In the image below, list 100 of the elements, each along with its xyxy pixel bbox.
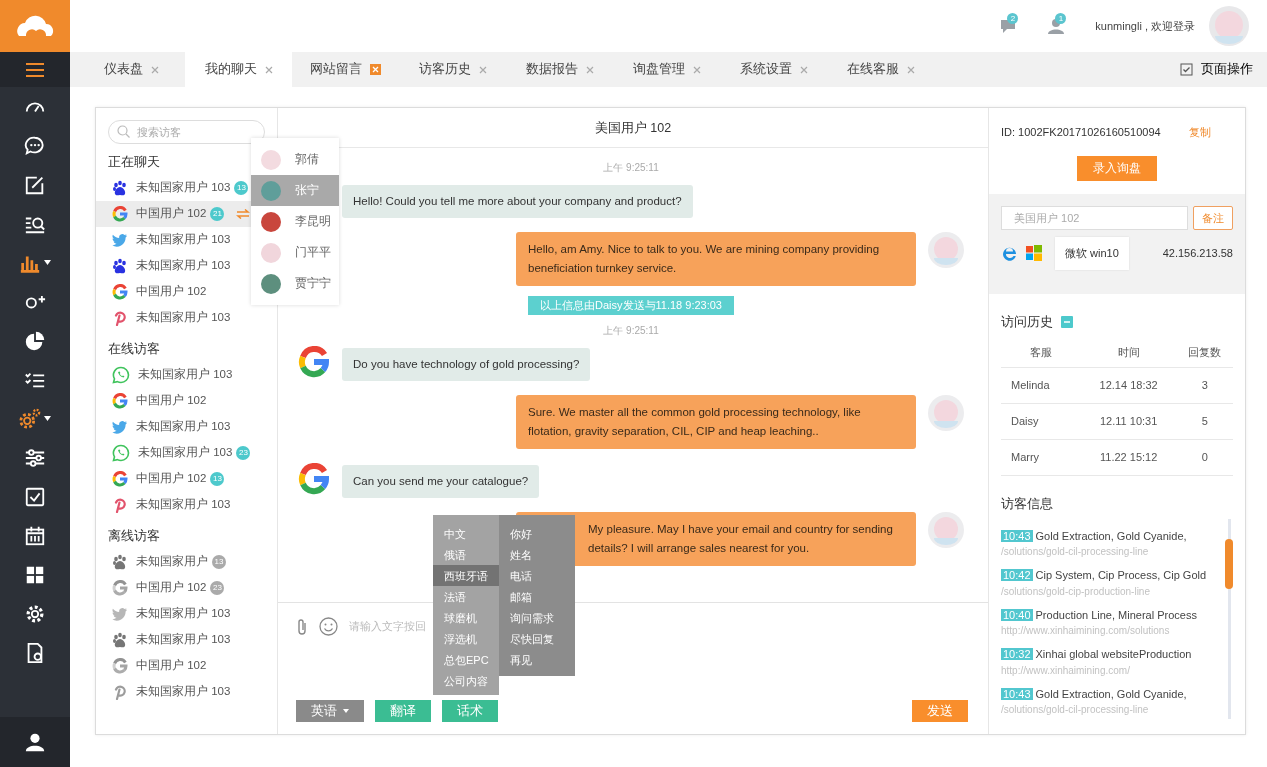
avatar: [928, 512, 964, 549]
caret-icon: [44, 260, 51, 265]
column-header: 回复数: [1176, 337, 1233, 368]
tab[interactable]: 系统设置: [720, 52, 827, 87]
page-actions-button[interactable]: 页面操作: [1174, 52, 1267, 87]
tab[interactable]: 我的聊天: [185, 52, 292, 87]
visitor-item[interactable]: 未知国家用户 103: [96, 627, 277, 653]
table-cell: 12.14 18:32: [1080, 367, 1177, 404]
ip-address: 42.156.213.58: [1162, 246, 1233, 261]
notification-count: 2: [1007, 13, 1019, 24]
menu-icon: [25, 61, 45, 78]
checkbox-icon: [24, 485, 46, 508]
visitor-item[interactable]: 中国用户 102: [96, 388, 277, 414]
user-greeting: kunmingli , 欢迎登录: [1095, 18, 1195, 34]
table-cell: 5: [1176, 403, 1233, 440]
visitor-item[interactable]: 中国用户 102 13: [96, 466, 277, 492]
page-url: http://www.xinhaimining.com/: [1001, 663, 1131, 678]
paw-icon: [112, 554, 128, 570]
visitor-item[interactable]: 中国用户 102 23: [96, 575, 277, 601]
close-icon: [151, 65, 159, 74]
page-title: Cip System, Cip Process, Cip Gold: [1035, 569, 1207, 581]
visitor-item[interactable]: 未知国家用户 103: [96, 601, 277, 627]
tab[interactable]: 询盘管理: [613, 52, 720, 87]
message-bubble: Do you have technology of gold processing?: [342, 347, 591, 381]
count-badge: 21: [210, 207, 225, 221]
chat-bubble-icon: [24, 134, 46, 157]
close-icon: [478, 65, 487, 74]
tab[interactable]: 数据报告: [506, 52, 613, 87]
bird-icon: [112, 606, 128, 622]
visitor-item[interactable]: 未知国家用户 103: [96, 679, 277, 705]
attachment-icon: [296, 617, 308, 636]
visit-time: 10:43: [1001, 529, 1033, 542]
phone-bubble-icon: [112, 366, 130, 384]
visitor-item[interactable]: 未知国家用户 13: [96, 549, 277, 575]
notification-count: 1: [1055, 13, 1067, 24]
table-cell: 11.22 15:12: [1080, 439, 1177, 476]
page-title: Production Line, Mineral Process: [1035, 608, 1197, 621]
bird-icon: [112, 419, 128, 435]
scrollbar-thumb[interactable]: [1225, 539, 1233, 589]
menu-item[interactable]: 西班牙语: [433, 565, 499, 586]
pin-icon: [112, 497, 128, 513]
sliders-icon: [24, 446, 46, 469]
g-logo-icon: [298, 463, 330, 495]
visitor-item[interactable]: 未知国家用户 103: [96, 414, 277, 440]
avatar: [928, 232, 964, 269]
calendar-icon: [24, 524, 46, 547]
paw-icon: [112, 258, 128, 274]
table-cell: 12.11 10:31: [1080, 403, 1177, 440]
page-url: /solutions/gold-cil-processing-line: [1001, 545, 1150, 559]
tab[interactable]: 在线客服: [827, 52, 934, 87]
visitor-item[interactable]: 未知国家用户 103 23: [96, 440, 277, 466]
close-icon: [264, 65, 273, 74]
count-badge: 13: [210, 472, 225, 486]
page-url: http://www.xinhaimining.com/solutions: [1001, 624, 1171, 638]
g-logo-icon: [112, 393, 128, 409]
avatar: [1209, 6, 1249, 46]
visit-time: 10:42: [1001, 569, 1033, 581]
section-title: 访问历史: [1001, 313, 1053, 331]
message-time: 上午 9:25:11: [602, 161, 660, 175]
section-title: 正在聊天: [107, 153, 161, 171]
visitor-item[interactable]: 未知国家用户 103: [96, 362, 277, 388]
table-cell: 0: [1176, 439, 1233, 476]
message-time: 上午 9:25:11: [602, 323, 660, 338]
visitor-item[interactable]: 未知国家用户 103: [96, 305, 277, 331]
tab[interactable]: 网站留言: [292, 52, 399, 87]
visit-time: 10:32: [1001, 648, 1033, 660]
section-title: 在线访客: [107, 340, 161, 358]
table-cell: 3: [1176, 367, 1233, 404]
gears-icon: [19, 407, 41, 430]
table-cell: Marry: [1001, 439, 1081, 476]
g-logo-icon: [112, 658, 128, 674]
count-badge: 23: [236, 446, 251, 460]
g-logo-icon: [112, 471, 128, 487]
visitor-item[interactable]: 中国用户 102: [96, 653, 277, 679]
section-title: 访客信息: [1001, 495, 1054, 513]
paw-icon: [112, 180, 128, 196]
page-title: Xinhai global websiteProduction: [1035, 648, 1192, 660]
note-field[interactable]: 美国用户 102: [1001, 206, 1188, 230]
search-field[interactable]: 搜索访客: [108, 120, 265, 144]
language-dropdown[interactable]: 英语: [296, 700, 364, 722]
section-title: 离线访客: [107, 527, 161, 545]
message-bubble: Can you send me your catalogue?: [342, 465, 540, 499]
message-bubble: Hello, am Amy. Nice to talk to you. We are mining company providing beneficiation turnkey service.: [516, 232, 916, 287]
tab[interactable]: 访客历史: [399, 52, 506, 87]
paw-icon: [112, 632, 128, 648]
visit-time: 10:40: [1001, 608, 1033, 621]
column-header: 客服: [1001, 337, 1081, 368]
table-cell: Daisy: [1001, 403, 1081, 440]
message-bubble: Hello! Could you tell me more about your company and product?: [342, 185, 693, 219]
page-url: /solutions/gold-cil-processing-line: [1001, 703, 1150, 717]
visitor-item[interactable]: 未知国家用户 103: [96, 492, 277, 518]
pin-icon: [112, 310, 128, 326]
tab[interactable]: 仪表盘: [78, 52, 185, 87]
account-button[interactable]: [0, 717, 70, 767]
visit-time: 10:43: [1001, 687, 1033, 700]
menu-button[interactable]: [0, 52, 70, 87]
os-tooltip: 微软 win10: [1055, 237, 1129, 270]
pie-chart-icon: [24, 329, 46, 352]
page-title: Gold Extraction, Gold Cyanide,: [1035, 529, 1187, 542]
count-badge: 23: [210, 581, 225, 595]
